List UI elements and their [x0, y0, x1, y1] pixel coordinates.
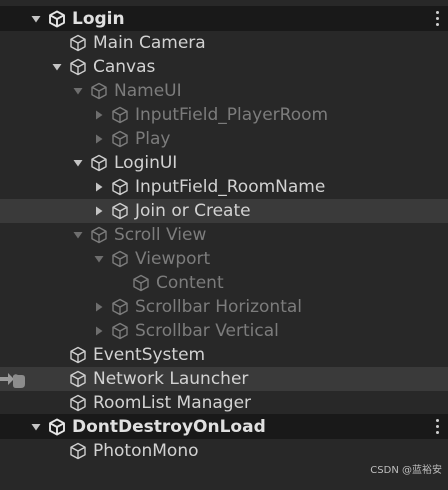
- hierarchy-item-eventsystem[interactable]: EventSystem: [0, 343, 448, 367]
- collapse-arrow-right-icon[interactable]: [93, 325, 105, 337]
- item-label: Network Launcher: [93, 369, 249, 389]
- collapse-arrow-right-icon[interactable]: [93, 133, 105, 145]
- item-label: Scrollbar Vertical: [135, 321, 279, 341]
- item-label: Join or Create: [135, 201, 251, 221]
- hierarchy-item-roomlist-manager[interactable]: RoomList Manager: [0, 391, 448, 415]
- hierarchy-item-photonmono[interactable]: PhotonMono: [0, 439, 448, 463]
- gameobject-cube-icon: [132, 274, 150, 292]
- gameobject-cube-icon: [90, 226, 108, 244]
- hierarchy-item-canvas[interactable]: Canvas: [0, 55, 448, 79]
- more-options-icon[interactable]: [434, 417, 440, 435]
- collapse-arrow-right-icon[interactable]: [93, 181, 105, 193]
- hierarchy-item-scroll-view[interactable]: Scroll View: [0, 223, 448, 247]
- item-label: Login: [72, 8, 125, 29]
- watermark: CSDN @蓝裕安: [370, 465, 442, 476]
- item-label: Scroll View: [114, 225, 207, 245]
- hierarchy-item-scrollbar-vertical[interactable]: Scrollbar Vertical: [0, 319, 448, 343]
- item-label: Viewport: [135, 249, 211, 269]
- hierarchy-item-scrollbar-horizontal[interactable]: Scrollbar Horizontal: [0, 295, 448, 319]
- item-label: Canvas: [93, 57, 156, 77]
- arrow-spacer: [51, 445, 63, 457]
- gameobject-cube-icon: [111, 322, 129, 340]
- arrow-spacer: [51, 397, 63, 409]
- gameobject-cube-icon: [69, 34, 87, 52]
- hierarchy-item-network-launcher[interactable]: Network Launcher: [0, 367, 448, 391]
- unity-scene-icon: [48, 10, 66, 28]
- expand-arrow-down-icon[interactable]: [72, 85, 84, 97]
- hierarchy-item-content[interactable]: Content: [0, 271, 448, 295]
- hierarchy-item-inputfield-roomname[interactable]: InputField_RoomName: [0, 175, 448, 199]
- gameobject-cube-icon: [69, 346, 87, 364]
- scene-row-dontdestroyonload[interactable]: DontDestroyOnLoad: [0, 414, 448, 439]
- arrow-spacer: [51, 37, 63, 49]
- hierarchy-item-viewport[interactable]: Viewport: [0, 247, 448, 271]
- item-label: Play: [135, 129, 171, 149]
- collapse-arrow-right-icon[interactable]: [93, 109, 105, 121]
- gameobject-cube-icon: [111, 250, 129, 268]
- gameobject-cube-icon: [69, 370, 87, 388]
- expand-arrow-down-icon[interactable]: [30, 421, 42, 433]
- item-label: EventSystem: [93, 345, 206, 365]
- gameobject-cube-icon: [90, 154, 108, 172]
- collapse-arrow-right-icon[interactable]: [93, 301, 105, 313]
- gameobject-cube-icon: [111, 106, 129, 124]
- hierarchy-item-play[interactable]: Play: [0, 127, 448, 151]
- arrow-spacer: [51, 349, 63, 361]
- unity-scene-icon: [48, 418, 66, 436]
- gameobject-cube-icon: [111, 178, 129, 196]
- item-label: PhotonMono: [93, 441, 199, 461]
- hierarchy-item-nameui[interactable]: NameUI: [0, 79, 448, 103]
- gameobject-cube-icon: [111, 130, 129, 148]
- arrow-spacer: [51, 373, 63, 385]
- expand-arrow-down-icon[interactable]: [72, 157, 84, 169]
- item-label: RoomList Manager: [93, 393, 252, 413]
- hierarchy-item-join-or-create[interactable]: Join or Create: [0, 199, 448, 223]
- item-label: InputField_RoomName: [135, 177, 326, 197]
- collapse-arrow-right-icon[interactable]: [93, 205, 105, 217]
- arrow-spacer: [114, 277, 126, 289]
- item-label: LoginUI: [114, 153, 178, 173]
- expand-arrow-down-icon[interactable]: [30, 13, 42, 25]
- item-label: Content: [156, 273, 224, 293]
- expand-arrow-down-icon[interactable]: [93, 253, 105, 265]
- gameobject-cube-icon: [69, 58, 87, 76]
- hierarchy-item-inputfield-playerroom[interactable]: InputField_PlayerRoom: [0, 103, 448, 127]
- item-label: NameUI: [114, 81, 182, 101]
- item-label: Main Camera: [93, 33, 206, 53]
- item-label: InputField_PlayerRoom: [135, 105, 329, 125]
- item-label: Scrollbar Horizontal: [135, 297, 303, 317]
- hierarchy-item-loginui[interactable]: LoginUI: [0, 151, 448, 175]
- item-label: DontDestroyOnLoad: [72, 416, 266, 437]
- hierarchy-item-main-camera[interactable]: Main Camera: [0, 31, 448, 55]
- scene-row-login[interactable]: Login: [0, 6, 448, 31]
- gameobject-cube-icon: [69, 394, 87, 412]
- expand-arrow-down-icon[interactable]: [72, 229, 84, 241]
- gameobject-cube-icon: [69, 442, 87, 460]
- expand-arrow-down-icon[interactable]: [51, 61, 63, 73]
- more-options-icon[interactable]: [434, 9, 440, 27]
- gameobject-cube-icon: [90, 82, 108, 100]
- gameobject-cube-icon: [111, 298, 129, 316]
- gameobject-cube-icon: [111, 202, 129, 220]
